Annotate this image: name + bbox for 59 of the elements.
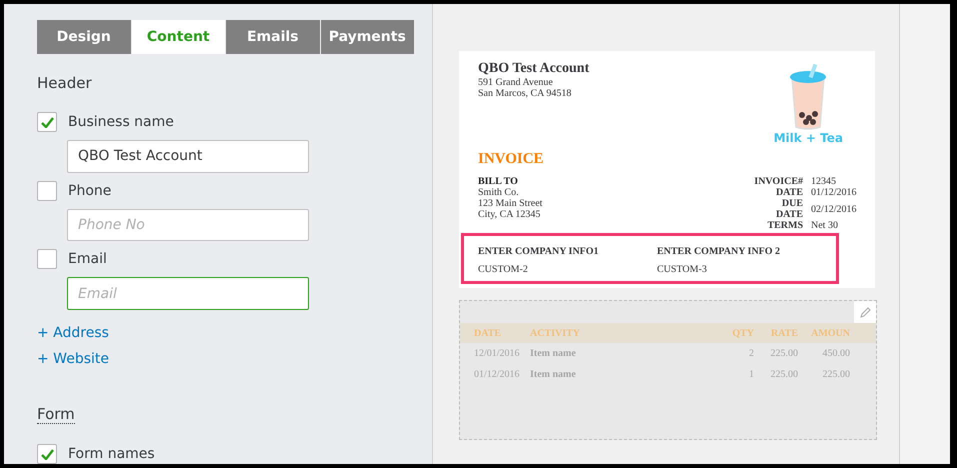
section-title: Form	[37, 405, 75, 424]
company-address: San Marcos, CA 94518	[478, 88, 572, 99]
add-field-link[interactable]: + Address	[37, 325, 109, 342]
column-header: ACTIVITY	[530, 328, 582, 338]
checkbox[interactable]	[37, 444, 57, 464]
checkbox-label: Business name	[68, 114, 174, 130]
table-cell-text: 1	[748, 369, 755, 380]
custom-field-value: CUSTOM-3	[657, 264, 708, 275]
meta-label: TERMS	[766, 220, 803, 231]
tab[interactable]: Content	[132, 20, 226, 54]
meta-label: INVOICE#	[753, 176, 803, 187]
table-cell-text: 2	[748, 348, 755, 359]
checkbox-label: Email	[68, 251, 107, 268]
custom-field-title: ENTER COMPANY INFO1	[478, 246, 600, 257]
column-header: DATE	[474, 328, 502, 338]
checkmark-icon	[40, 116, 54, 128]
meta-value: 01/12/2016	[811, 187, 858, 198]
checkbox-label: Form names	[68, 446, 155, 462]
meta-value: Net 30	[811, 220, 839, 231]
table-cell-text: 450.00	[822, 348, 851, 359]
logo-text: Milk + Tea	[774, 131, 843, 145]
checkbox[interactable]	[37, 112, 57, 132]
column-header: AMOUN	[810, 328, 851, 338]
section-title: Header	[37, 74, 92, 92]
checkbox-label: Phone	[68, 182, 112, 199]
company-name: QBO Test Account	[478, 61, 590, 77]
text-field[interactable]: Email	[67, 277, 309, 310]
edit-button[interactable]	[854, 301, 876, 323]
column-header: RATE	[770, 328, 799, 338]
table-cell-text: Item name	[530, 369, 577, 380]
bill-to-line: City, CA 12345	[478, 209, 542, 220]
tab[interactable]: Emails	[226, 20, 320, 54]
meta-value: 12345	[811, 176, 837, 187]
invoice-title: INVOICE	[478, 151, 545, 168]
checkbox[interactable]	[37, 180, 57, 201]
bill-to-title: BILL TO	[478, 176, 519, 187]
table-cell-text: 01/12/2016	[474, 369, 521, 380]
custom-field-title: ENTER COMPANY INFO 2	[657, 246, 782, 257]
text-field[interactable]: QBO Test Account	[67, 140, 309, 173]
meta-value: 02/12/2016	[811, 204, 858, 214]
bill-to-line: 123 Main Street	[478, 198, 542, 209]
table-cell-text: 12/01/2016	[474, 348, 521, 359]
checkmark-icon	[40, 448, 54, 460]
checkbox[interactable]	[37, 249, 57, 270]
table-cell-text: 225.00	[770, 369, 799, 380]
pencil-icon	[858, 306, 872, 318]
company-address: 591 Grand Avenue	[478, 77, 554, 88]
bill-to-line: Smith Co.	[478, 187, 520, 198]
column-header: QTY	[731, 328, 755, 338]
table-cell-text: Item name	[530, 348, 577, 359]
table-cell-text: 225.00	[822, 369, 851, 380]
meta-label: DATE	[774, 187, 803, 198]
add-field-link[interactable]: + Website	[37, 351, 109, 368]
meta-label: DUE DATE	[774, 198, 803, 220]
table-cell-text: 225.00	[770, 348, 799, 359]
tab[interactable]: Design	[37, 20, 132, 54]
custom-field-value: CUSTOM-2	[478, 264, 529, 275]
tab[interactable]: Payments	[320, 20, 415, 54]
text-field[interactable]: Phone No	[67, 208, 309, 242]
